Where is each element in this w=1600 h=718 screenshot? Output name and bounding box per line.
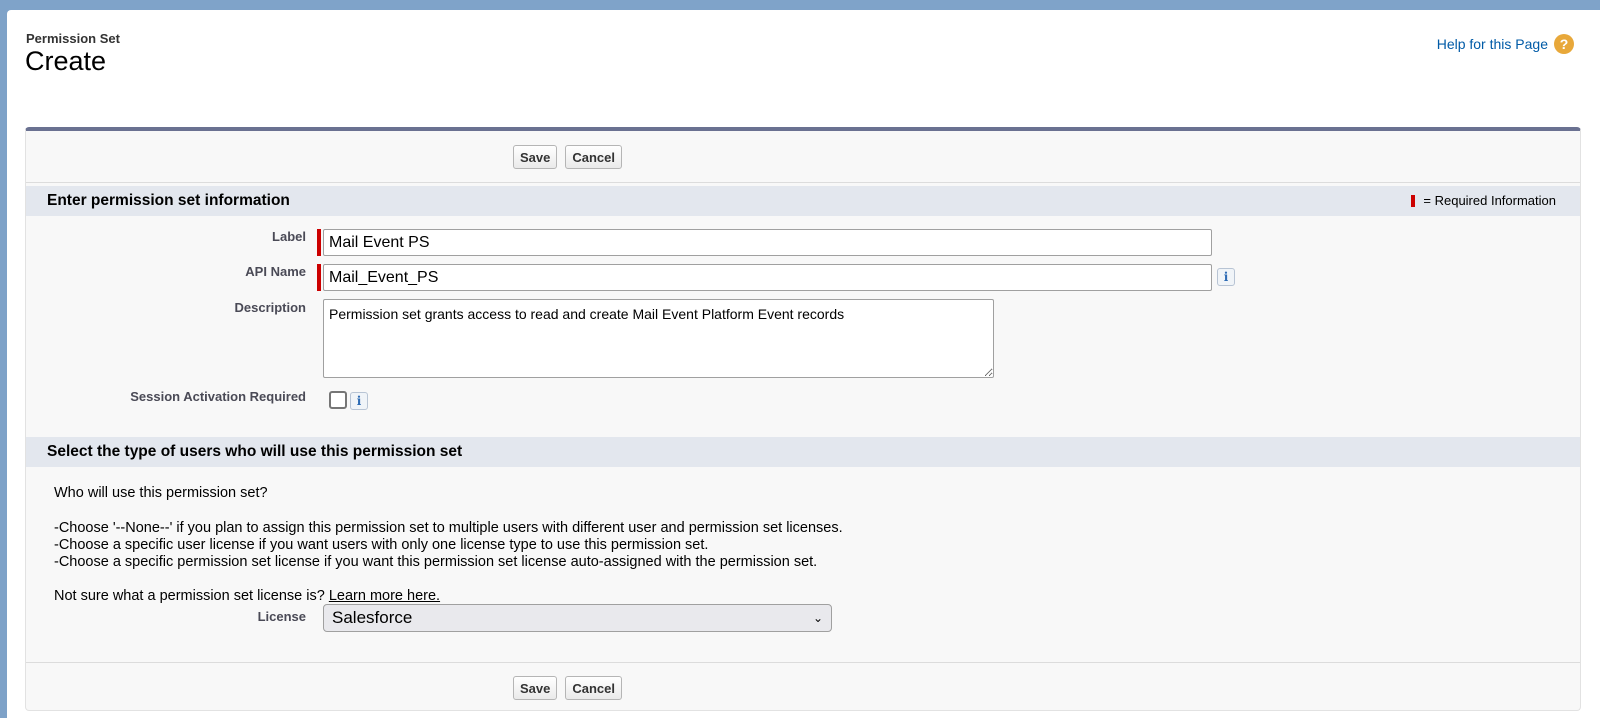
license-select-value: Salesforce xyxy=(332,608,413,627)
api-name-field-label: API Name xyxy=(245,264,306,279)
page-title: Create xyxy=(25,46,107,76)
required-legend-text: = Required Information xyxy=(1423,193,1556,208)
top-banner-strip xyxy=(0,0,1600,10)
description-textarea[interactable]: Permission set grants access to read and… xyxy=(323,299,994,378)
chevron-down-icon: ⌄ xyxy=(812,611,823,625)
not-sure-line: Not sure what a permission set license i… xyxy=(54,588,440,604)
learn-more-link[interactable]: Learn more here. xyxy=(329,588,440,604)
cancel-button-top[interactable]: Cancel xyxy=(565,145,623,169)
api-name-info-icon[interactable]: i xyxy=(1217,268,1235,286)
label-input[interactable] xyxy=(323,229,1212,256)
license-field-label: License xyxy=(257,609,306,624)
session-activation-label: Session Activation Required xyxy=(130,389,306,404)
section-header-info: Enter permission set information = Requi… xyxy=(26,186,1580,216)
divider xyxy=(26,182,1580,183)
bottom-button-row: Save Cancel xyxy=(26,676,1580,700)
instruction-line-ps-license: -Choose a specific permission set licens… xyxy=(54,554,818,570)
section-title-info: Enter permission set information xyxy=(47,192,290,209)
help-icon[interactable]: ? xyxy=(1554,34,1574,54)
api-name-input[interactable] xyxy=(323,264,1212,291)
description-field-label: Description xyxy=(234,300,306,315)
save-button-top[interactable]: Save xyxy=(513,145,558,169)
help-link-label[interactable]: Help for this Page xyxy=(1437,36,1548,52)
top-button-row: Save Cancel xyxy=(26,145,1580,169)
question-text: Who will use this permission set? xyxy=(54,485,268,501)
session-activation-info-icon[interactable]: i xyxy=(350,392,368,410)
label-field-label: Label xyxy=(272,229,306,244)
required-marker xyxy=(317,264,321,291)
section-header-user-type: Select the type of users who will use th… xyxy=(26,437,1580,467)
divider xyxy=(26,662,1580,663)
breadcrumb: Permission Set xyxy=(26,31,120,46)
not-sure-text: Not sure what a permission set license i… xyxy=(54,588,325,604)
permission-set-form-panel: Save Cancel Enter permission set informa… xyxy=(25,127,1581,711)
license-select[interactable]: Salesforce ⌄ xyxy=(323,604,832,632)
required-marker xyxy=(317,229,321,256)
session-activation-checkbox[interactable] xyxy=(329,391,347,409)
instruction-line-none: -Choose '--None--' if you plan to assign… xyxy=(54,520,843,536)
save-button-bottom[interactable]: Save xyxy=(513,676,558,700)
required-legend: = Required Information xyxy=(1411,186,1556,216)
cancel-button-bottom[interactable]: Cancel xyxy=(565,676,623,700)
instruction-line-user-license: -Choose a specific user license if you w… xyxy=(54,537,709,553)
page-content: Permission Set Create Help for this Page… xyxy=(7,10,1600,718)
help-link[interactable]: Help for this Page ? xyxy=(1437,34,1574,54)
required-marker-icon xyxy=(1411,195,1416,207)
